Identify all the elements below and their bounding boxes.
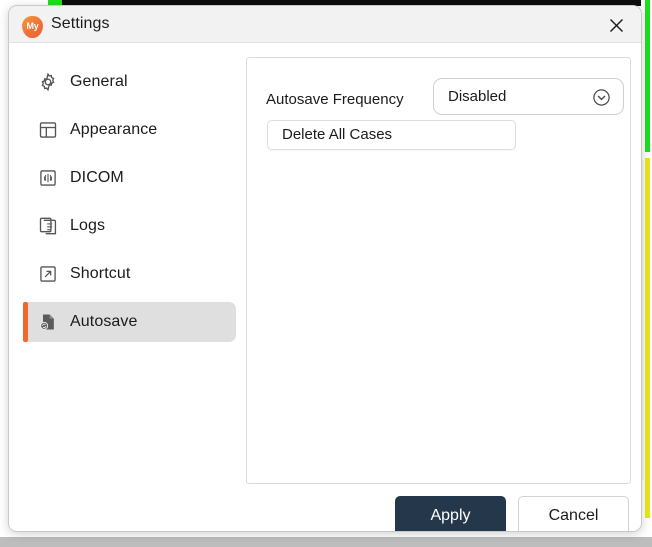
sidebar-item-label: Appearance <box>70 121 157 139</box>
dialog-titlebar: My Settings <box>9 6 641 43</box>
settings-dialog: My Settings General <box>8 5 642 532</box>
sidebar-item-general[interactable]: General <box>23 62 236 102</box>
selection-accent-bar <box>23 254 28 294</box>
selection-accent-bar <box>23 110 28 150</box>
dialog-body: General Appearance <box>9 43 641 531</box>
close-icon[interactable] <box>599 12 633 38</box>
background-yellow-strip <box>645 158 650 518</box>
sidebar-item-dicom[interactable]: DICOM <box>23 158 236 198</box>
settings-content-panel: Autosave Frequency Disabled Delete All C… <box>246 57 631 484</box>
selection-accent-bar <box>23 302 28 342</box>
selection-accent-bar <box>23 62 28 102</box>
sidebar-item-label: General <box>70 73 128 91</box>
settings-sidebar: General Appearance <box>9 43 247 531</box>
app-logo-text: My <box>22 16 43 37</box>
sidebar-item-label: DICOM <box>70 169 124 187</box>
sidebar-item-shortcut[interactable]: Shortcut <box>23 254 236 294</box>
autosave-frequency-dropdown[interactable]: Disabled <box>433 78 624 115</box>
sidebar-item-label: Shortcut <box>70 265 130 283</box>
selection-accent-bar <box>23 158 28 198</box>
autosave-frequency-label: Autosave Frequency <box>266 91 404 108</box>
layout-icon <box>38 120 58 140</box>
sidebar-item-label: Autosave <box>70 313 138 331</box>
selection-accent-bar <box>23 206 28 246</box>
cancel-button[interactable]: Cancel <box>518 496 629 532</box>
window-title: Settings <box>51 15 110 33</box>
app-logo-my-icon: My <box>22 16 43 38</box>
gear-icon <box>38 72 58 92</box>
sidebar-item-logs[interactable]: Logs <box>23 206 236 246</box>
apply-button[interactable]: Apply <box>395 496 506 532</box>
sidebar-item-autosave[interactable]: Autosave <box>23 302 236 342</box>
background-bottom-bar <box>0 537 652 547</box>
autosave-frequency-value: Disabled <box>448 88 506 105</box>
dicom-icon <box>38 168 58 188</box>
shortcut-arrow-icon <box>38 264 58 284</box>
sidebar-item-label: Logs <box>70 217 105 235</box>
delete-all-cases-button[interactable]: Delete All Cases <box>267 120 516 150</box>
documents-icon <box>38 216 58 236</box>
background-green-strip <box>645 0 650 152</box>
sidebar-item-appearance[interactable]: Appearance <box>23 110 236 150</box>
chevron-down-circle-icon <box>592 88 611 107</box>
autosave-document-icon <box>38 312 58 332</box>
delete-all-cases-label: Delete All Cases <box>282 126 392 143</box>
